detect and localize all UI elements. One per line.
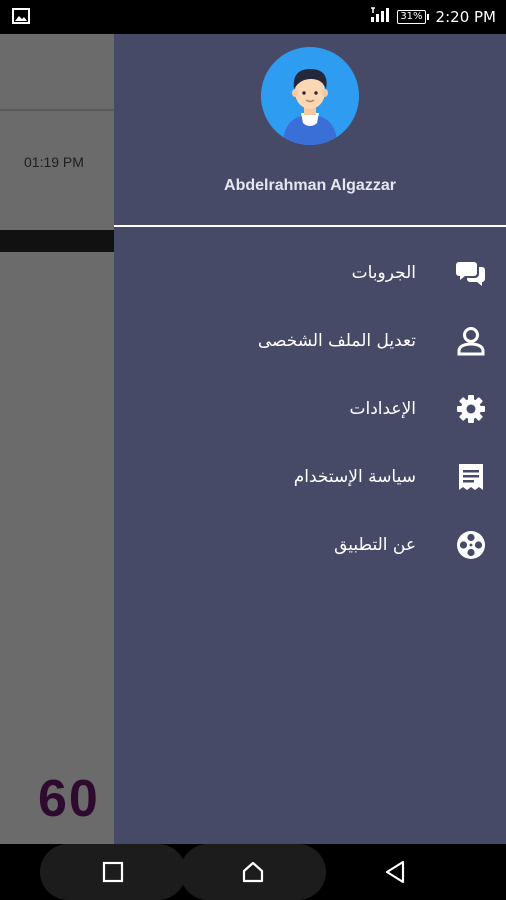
menu-item-label: الجروبات [351,263,416,283]
menu-item-label: سياسة الإستخدام [293,467,416,487]
recents-button[interactable] [40,844,186,900]
background-number: 60 [38,770,100,828]
menu-item-label: عن التطبيق [334,535,416,555]
back-triangle-icon [385,860,405,884]
person-icon [456,326,486,356]
battery-level: 31% [397,10,426,24]
system-navigation-bar [0,844,506,900]
drawer-menu: الجروبات تعديل الملف الشخصى الإعدادات سي… [114,239,506,579]
chat-icon [456,258,486,288]
image-notification-icon [12,8,30,28]
signal-icon [370,7,390,27]
user-name: Abdelrahman Algazzar [224,177,396,194]
status-bar: 31% 2:20 PM [0,0,506,34]
user-avatar-icon [261,47,359,145]
battery-icon: 31% [397,10,429,24]
menu-item-groups[interactable]: الجروبات [114,239,506,307]
navigation-drawer: Abdelrahman Algazzar الجروبات تعديل المل… [114,34,506,844]
receipt-icon [456,462,486,492]
clock: 2:20 PM [435,8,496,26]
menu-item-label: تعديل الملف الشخصى [257,331,416,351]
gear-icon [456,394,486,424]
background-timestamp: 01:19 PM [24,154,84,170]
home-icon [242,861,264,883]
avatar[interactable] [261,47,359,145]
menu-item-edit-profile[interactable]: تعديل الملف الشخصى [114,307,506,375]
home-button[interactable] [180,844,326,900]
menu-item-about-app[interactable]: عن التطبيق [114,511,506,579]
back-button[interactable] [340,844,450,900]
square-icon [102,861,124,883]
menu-item-settings[interactable]: الإعدادات [114,375,506,443]
menu-item-label: الإعدادات [349,399,416,419]
film-reel-icon [456,530,486,560]
header-divider [114,225,506,227]
menu-item-terms-of-use[interactable]: سياسة الإستخدام [114,443,506,511]
